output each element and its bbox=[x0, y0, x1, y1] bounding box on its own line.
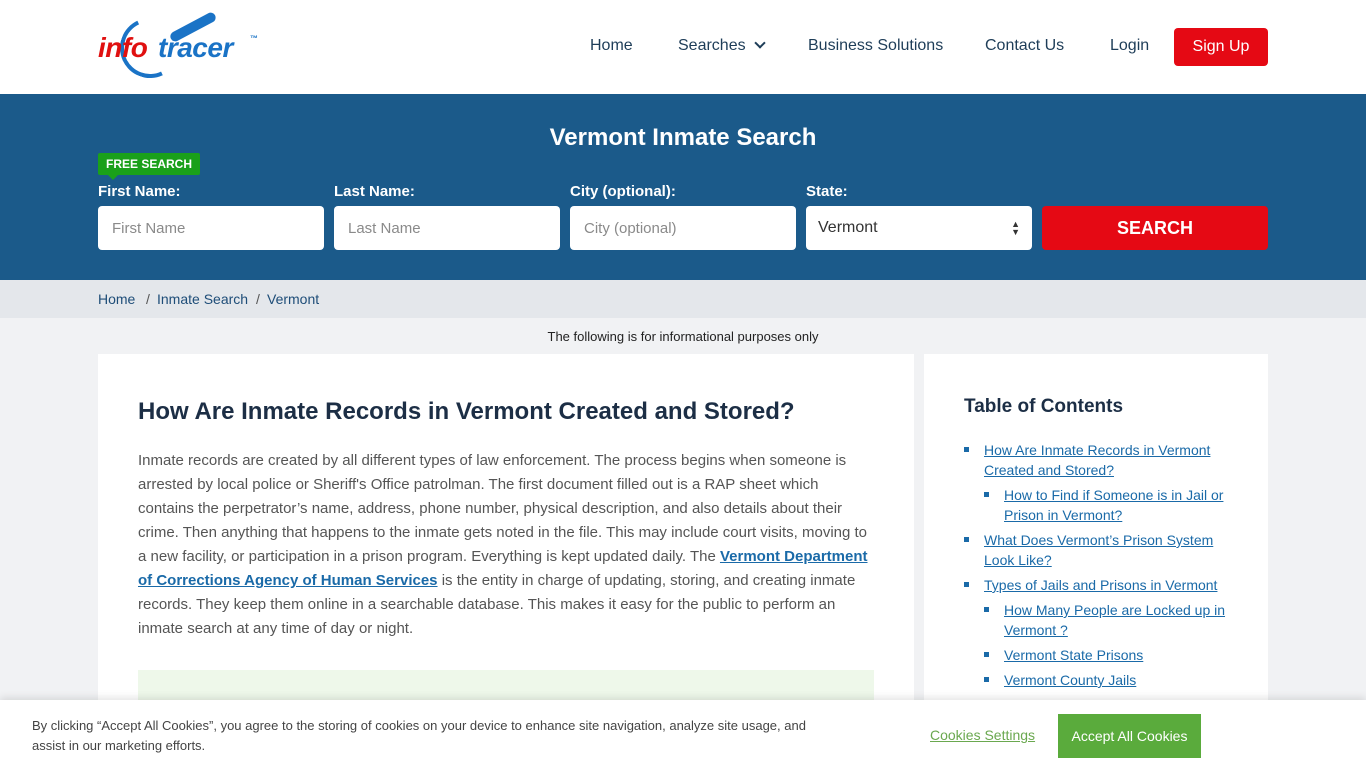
last-name-input[interactable] bbox=[334, 206, 560, 250]
free-search-badge: FREE SEARCH bbox=[98, 153, 201, 180]
hero-title: Vermont Inmate Search bbox=[549, 124, 817, 151]
state-label: State: bbox=[806, 183, 848, 200]
toc-list: How Are Inmate Records in Vermont Create… bbox=[964, 440, 1244, 695]
accept-all-cookies-button[interactable]: Accept All Cookies bbox=[1058, 714, 1201, 758]
nav-login[interactable]: Login bbox=[1110, 37, 1149, 55]
state-select[interactable]: Vermont ▲ ▼ bbox=[806, 206, 1032, 250]
toc-item[interactable]: How Are Inmate Records in Vermont Create… bbox=[964, 440, 1244, 480]
cookies-settings-link[interactable]: Cookies Settings bbox=[930, 727, 1035, 743]
toc-item[interactable]: How Many People are Locked up in Vermont… bbox=[964, 600, 1244, 640]
nav-searches-label: Searches bbox=[678, 37, 746, 54]
logo-text-tracer: tracer bbox=[158, 32, 233, 63]
informational-notice: The following is for informational purpo… bbox=[547, 329, 819, 344]
nav-contact-us[interactable]: Contact Us bbox=[985, 37, 1064, 55]
nav-business-solutions[interactable]: Business Solutions bbox=[808, 37, 943, 55]
chevron-down-icon bbox=[753, 37, 766, 49]
city-label: City (optional): bbox=[570, 183, 676, 200]
toc-item[interactable]: Types of Jails and Prisons in Vermont bbox=[964, 575, 1244, 595]
toc-item[interactable]: How to Find if Someone is in Jail or Pri… bbox=[964, 485, 1244, 525]
updown-arrows-icon: ▲ ▼ bbox=[1011, 219, 1020, 237]
article-paragraph: Inmate records are created by all differ… bbox=[138, 449, 878, 641]
cookie-banner: By clicking “Accept All Cookies”, you ag… bbox=[0, 700, 1366, 768]
nav-searches[interactable]: Searches bbox=[678, 37, 766, 55]
infotracer-logo[interactable]: info tracer ™ bbox=[98, 9, 268, 87]
last-name-label: Last Name: bbox=[334, 183, 415, 200]
nav-home[interactable]: Home bbox=[590, 37, 633, 55]
cookie-text: By clicking “Accept All Cookies”, you ag… bbox=[32, 718, 806, 753]
site-header: info tracer ™ Home Searches Business Sol… bbox=[0, 0, 1366, 94]
breadcrumb-separator: / bbox=[256, 291, 260, 307]
article-heading: How Are Inmate Records in Vermont Create… bbox=[138, 398, 795, 425]
breadcrumb-separator: / bbox=[146, 291, 150, 307]
search-hero: Vermont Inmate Search FREE SEARCH First … bbox=[0, 94, 1366, 280]
breadcrumb-vermont[interactable]: Vermont bbox=[267, 291, 319, 307]
city-input[interactable] bbox=[570, 206, 796, 250]
toc-item[interactable]: Vermont County Jails bbox=[964, 670, 1244, 690]
breadcrumb-inmate-search[interactable]: Inmate Search bbox=[157, 291, 248, 307]
breadcrumb: Home / Inmate Search / Vermont bbox=[0, 280, 1366, 318]
search-button[interactable]: SEARCH bbox=[1042, 206, 1268, 250]
toc-item[interactable]: Vermont State Prisons bbox=[964, 645, 1244, 665]
signup-button[interactable]: Sign Up bbox=[1174, 28, 1268, 66]
breadcrumb-home[interactable]: Home bbox=[98, 291, 135, 307]
logo-text-info: info bbox=[98, 32, 148, 63]
state-select-value: Vermont bbox=[818, 219, 878, 236]
logo-trademark: ™ bbox=[250, 34, 258, 43]
first-name-label: First Name: bbox=[98, 183, 181, 200]
toc-item[interactable]: What Does Vermont’s Prison System Look L… bbox=[964, 530, 1244, 570]
toc-title: Table of Contents bbox=[964, 396, 1124, 417]
first-name-input[interactable] bbox=[98, 206, 324, 250]
